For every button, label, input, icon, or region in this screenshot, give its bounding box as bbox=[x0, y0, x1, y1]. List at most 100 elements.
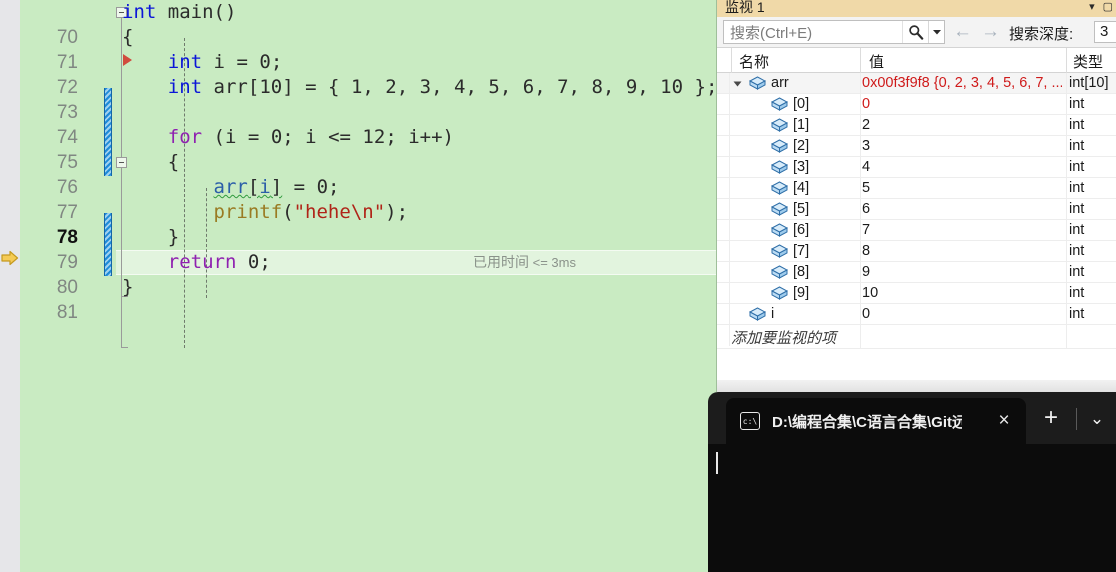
watch-toolbar[interactable]: 搜索(Ctrl+E) ← → 搜索深度: 3 bbox=[717, 17, 1116, 47]
table-row[interactable]: [6] 7 int bbox=[717, 220, 1116, 241]
cell-sep bbox=[860, 262, 861, 283]
table-row[interactable]: [0] 0 int bbox=[717, 94, 1116, 115]
cell-sep bbox=[860, 136, 861, 157]
variable-type: int bbox=[1069, 306, 1085, 322]
column-header-name[interactable]: 名称 bbox=[739, 51, 769, 72]
code-surface[interactable]: 70 int main() 71 { 72 int i = 0; 73 int … bbox=[20, 0, 734, 572]
box-glyph bbox=[770, 118, 789, 132]
row-sep bbox=[729, 136, 730, 157]
table-row[interactable]: [7] 8 int bbox=[717, 241, 1116, 262]
variable-value[interactable]: 10 bbox=[862, 285, 1062, 301]
table-row[interactable]: [4] 5 int bbox=[717, 178, 1116, 199]
variable-value[interactable]: 0x00f3f9f8 {0, 2, 3, 4, 5, 6, 7, ... bbox=[862, 75, 1062, 91]
search-input[interactable]: 搜索(Ctrl+E) bbox=[724, 22, 902, 43]
variable-name[interactable]: [2] bbox=[793, 138, 809, 154]
column-header-type[interactable]: 类型 bbox=[1073, 51, 1103, 72]
add-watch-item-row[interactable]: 添加要监视的项 bbox=[717, 325, 1116, 349]
line-content: printf("hehe\n"); bbox=[213, 201, 409, 223]
watch-tab-title[interactable]: 监视 1 bbox=[725, 0, 765, 17]
close-icon[interactable]: × bbox=[994, 411, 1014, 431]
watch-window-controls[interactable]: ▾ ▢ bbox=[1089, 0, 1113, 13]
code-line[interactable]: 75 for (i = 0; i <= 12; i++) bbox=[20, 125, 716, 173]
search-icon[interactable] bbox=[902, 21, 928, 43]
variable-type: int bbox=[1069, 180, 1085, 196]
column-header-value[interactable]: 值 bbox=[869, 51, 884, 72]
variable-value[interactable]: 7 bbox=[862, 222, 1062, 238]
variable-name[interactable]: [0] bbox=[793, 96, 809, 112]
line-content: return 0; bbox=[167, 251, 271, 273]
code-line[interactable]: 79 } bbox=[20, 225, 716, 273]
variable-value[interactable]: 3 bbox=[862, 138, 1062, 154]
code-editor[interactable]: 70 int main() 71 { 72 int i = 0; 73 int … bbox=[0, 0, 734, 572]
variable-name[interactable]: [7] bbox=[793, 243, 809, 259]
header-sep-1[interactable] bbox=[860, 48, 861, 74]
variable-value[interactable]: 2 bbox=[862, 117, 1062, 133]
variable-name[interactable]: [5] bbox=[793, 201, 809, 217]
search-depth-input[interactable]: 3 bbox=[1094, 21, 1116, 43]
variable-name[interactable]: [9] bbox=[793, 285, 809, 301]
line-content: } bbox=[122, 276, 134, 298]
table-row[interactable]: i 0 int bbox=[717, 304, 1116, 325]
line-content: int i = 0; bbox=[167, 51, 283, 73]
expander-triangle-icon[interactable] bbox=[733, 81, 742, 87]
chevron-down-icon[interactable]: ▾ bbox=[1089, 0, 1095, 13]
variable-name[interactable]: [6] bbox=[793, 222, 809, 238]
search-options-dropdown[interactable] bbox=[928, 21, 944, 43]
code-line[interactable]: 74 bbox=[20, 100, 716, 148]
variable-name[interactable]: [4] bbox=[793, 180, 809, 196]
cell-sep bbox=[1066, 241, 1067, 262]
code-line[interactable]: 73 int arr[10] = { 1, 2, 3, 4, 5, 6, 7, … bbox=[20, 75, 718, 123]
terminal-output-area[interactable] bbox=[708, 444, 1116, 572]
code-line[interactable]: 77 arr[i] = 0; bbox=[20, 175, 716, 223]
search-next-button[interactable]: → bbox=[981, 22, 1000, 41]
watch-panel[interactable]: 监视 1 ▾ ▢ 搜索(Ctrl+E) ← → 搜索深度: 3 名称 值 类型 … bbox=[716, 0, 1116, 392]
code-line[interactable]: 76 { bbox=[20, 150, 716, 198]
table-row[interactable]: [9] 10 int bbox=[717, 283, 1116, 304]
window-square-icon[interactable]: ▢ bbox=[1103, 0, 1113, 13]
variable-name[interactable]: [3] bbox=[793, 159, 809, 175]
header-sep-2[interactable] bbox=[1066, 48, 1067, 74]
variable-icon bbox=[770, 244, 789, 262]
table-row[interactable]: [8] 9 int bbox=[717, 262, 1116, 283]
code-line[interactable]: 81 } bbox=[20, 275, 716, 323]
variable-value[interactable]: 0 bbox=[862, 96, 1062, 112]
cell-sep bbox=[860, 115, 861, 136]
code-line-current[interactable]: 78 printf("hehe\n"); bbox=[20, 200, 716, 248]
variable-name[interactable]: [1] bbox=[793, 117, 809, 133]
variable-value[interactable]: 0 bbox=[862, 306, 1062, 322]
variable-type: int bbox=[1069, 201, 1085, 217]
variable-value[interactable]: 8 bbox=[862, 243, 1062, 259]
search-previous-button[interactable]: ← bbox=[953, 22, 972, 41]
code-line[interactable]: 71 { bbox=[20, 25, 716, 73]
watch-rows-container[interactable]: arr 0x00f3f9f8 {0, 2, 3, 4, 5, 6, 7, ...… bbox=[717, 73, 1116, 363]
row-sep bbox=[729, 199, 730, 220]
table-row[interactable]: [3] 4 int bbox=[717, 157, 1116, 178]
terminal-tab[interactable]: c:\ D:\编程合集\C语言合集\Git远 × bbox=[726, 398, 1026, 444]
variable-value[interactable]: 5 bbox=[862, 180, 1062, 196]
editor-indicator-margin[interactable] bbox=[0, 0, 20, 572]
table-row[interactable]: [2] 3 int bbox=[717, 136, 1116, 157]
variable-value[interactable]: 6 bbox=[862, 201, 1062, 217]
table-row[interactable]: [1] 2 int bbox=[717, 115, 1116, 136]
table-row[interactable]: [5] 6 int bbox=[717, 199, 1116, 220]
variable-name[interactable]: [8] bbox=[793, 264, 809, 280]
variable-name[interactable]: i bbox=[771, 306, 774, 322]
code-line[interactable]: 70 int main() bbox=[20, 0, 716, 48]
chevron-down-icon[interactable]: ⌄ bbox=[1084, 406, 1110, 432]
search-box[interactable]: 搜索(Ctrl+E) bbox=[723, 20, 945, 44]
cell-sep bbox=[860, 304, 861, 325]
variable-value[interactable]: 9 bbox=[862, 264, 1062, 280]
table-row[interactable]: arr 0x00f3f9f8 {0, 2, 3, 4, 5, 6, 7, ...… bbox=[717, 73, 1116, 94]
variable-name[interactable]: arr bbox=[771, 75, 789, 91]
add-watch-placeholder[interactable]: 添加要监视的项 bbox=[731, 327, 836, 348]
terminal-tab-bar[interactable]: c:\ D:\编程合集\C语言合集\Git远 × + ⌄ bbox=[708, 392, 1116, 444]
variable-icon bbox=[770, 223, 789, 241]
watch-tab-strip[interactable]: 监视 1 ▾ ▢ bbox=[717, 0, 1116, 17]
terminal-window[interactable]: c:\ D:\编程合集\C语言合集\Git远 × + ⌄ bbox=[708, 392, 1116, 572]
row-sep bbox=[729, 115, 730, 136]
elapsed-time-label: 已用时间 bbox=[473, 254, 529, 270]
code-line[interactable]: 72 int i = 0; bbox=[20, 50, 716, 98]
code-line[interactable]: 80 return 0; bbox=[20, 250, 716, 298]
variable-value[interactable]: 4 bbox=[862, 159, 1062, 175]
new-tab-icon[interactable]: + bbox=[1038, 406, 1064, 432]
